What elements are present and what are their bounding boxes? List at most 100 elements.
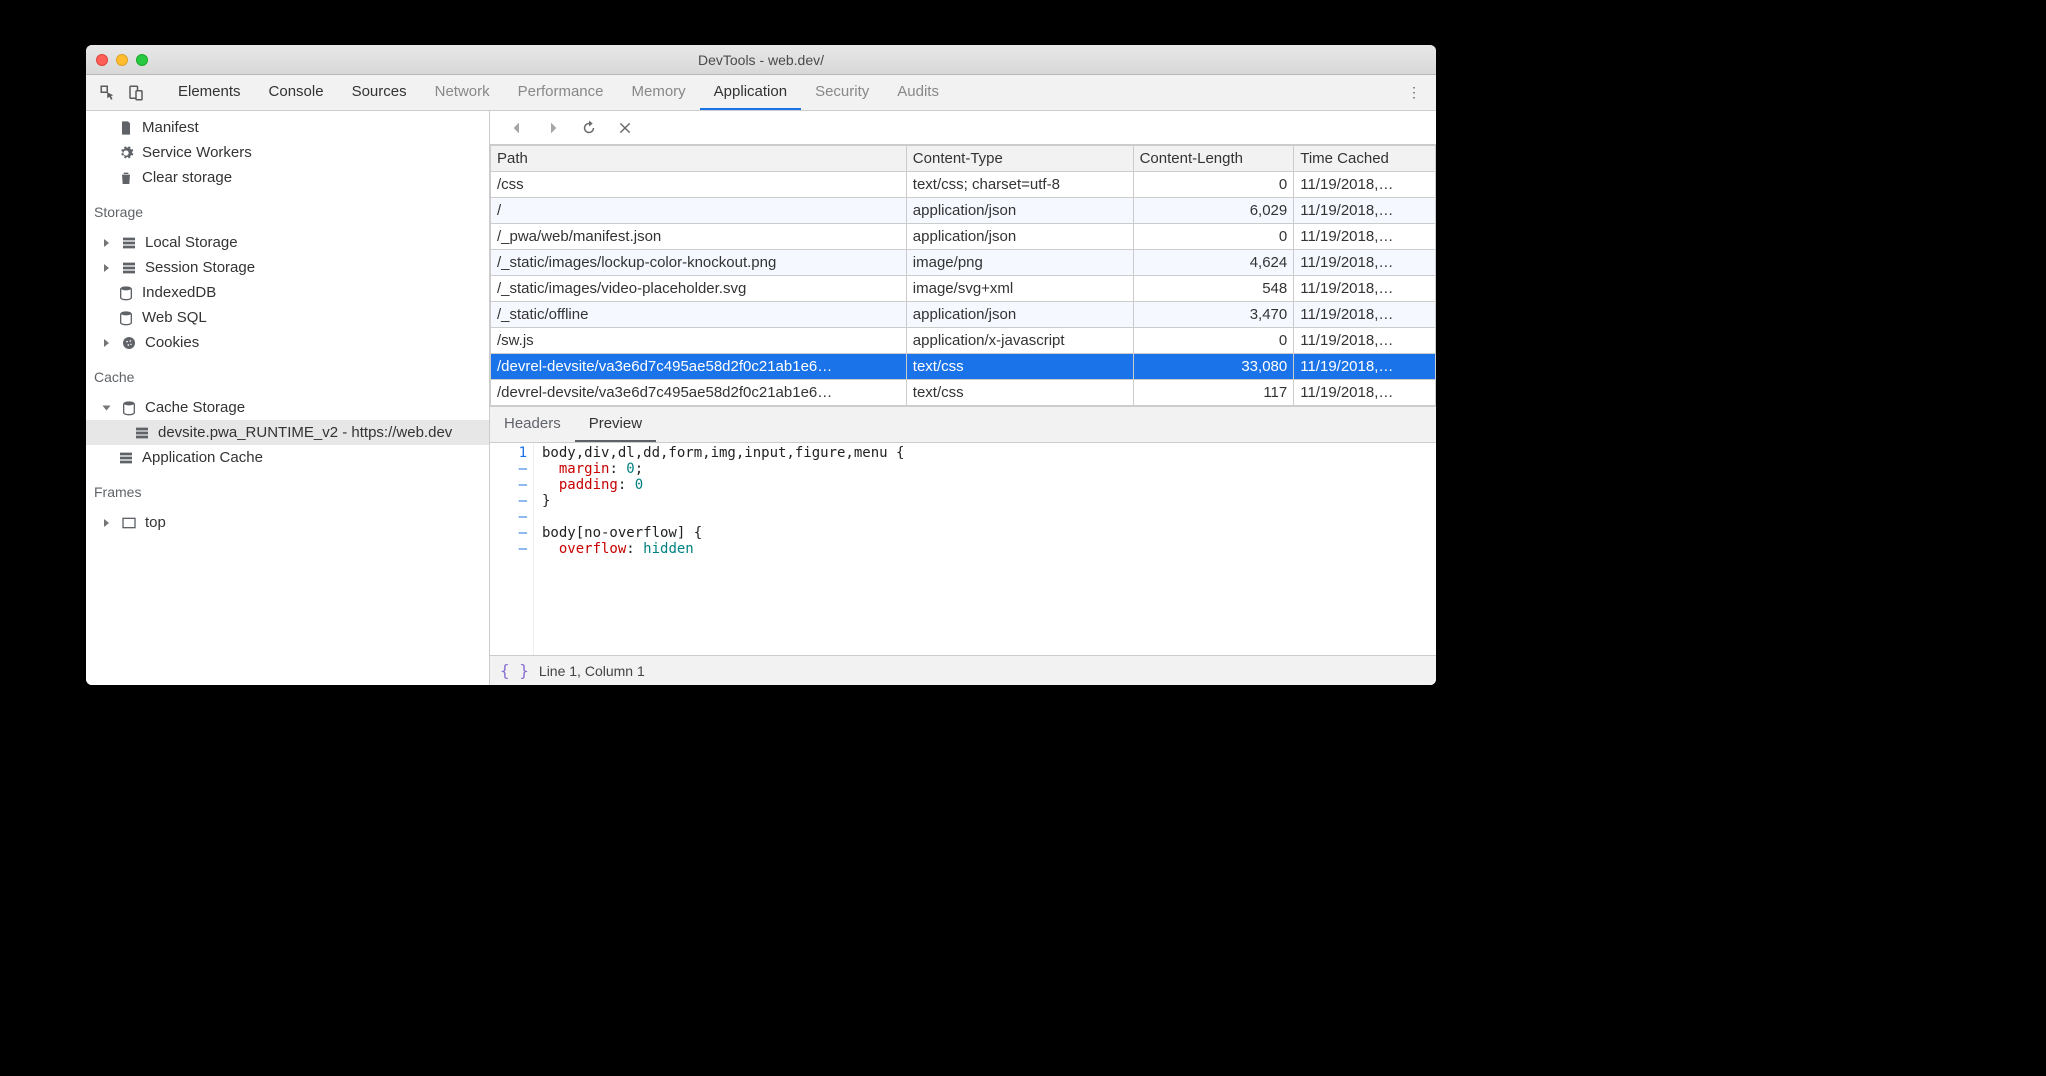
tabstrip: Elements Console Sources Network Perform… [86, 75, 1436, 111]
cell-path: /_static/images/video-placeholder.svg [491, 276, 907, 302]
database-icon [118, 285, 134, 301]
expand-icon[interactable] [104, 339, 109, 347]
tab-elements[interactable]: Elements [164, 75, 255, 110]
cell-path: /devrel-devsite/va3e6d7c495ae58d2f0c21ab… [491, 380, 907, 406]
tab-application[interactable]: Application [700, 75, 801, 110]
cell-type: text/css [906, 354, 1133, 380]
gear-icon [118, 145, 134, 161]
cell-len: 0 [1133, 224, 1294, 250]
line-number: – [490, 477, 527, 493]
sidebar-item-label: Application Cache [142, 449, 263, 466]
refresh-icon[interactable] [580, 119, 598, 137]
expand-icon[interactable] [104, 239, 109, 247]
cell-path: /devrel-devsite/va3e6d7c495ae58d2f0c21ab… [491, 354, 907, 380]
sidebar-item-service-workers[interactable]: Service Workers [86, 140, 489, 165]
sidebar-item-label: Clear storage [142, 169, 232, 186]
sidebar-item-label: Service Workers [142, 144, 252, 161]
cell-len: 4,624 [1133, 250, 1294, 276]
cell-path: /_pwa/web/manifest.json [491, 224, 907, 250]
delete-icon[interactable] [616, 119, 634, 137]
cell-time: 11/19/2018,… [1294, 172, 1436, 198]
nav-back-icon[interactable] [508, 119, 526, 137]
device-toggle-icon[interactable] [124, 81, 148, 105]
col-path[interactable]: Path [491, 146, 907, 172]
table-row[interactable]: /_static/images/lockup-color-knockout.pn… [491, 250, 1436, 276]
sidebar-item-websql[interactable]: Web SQL [86, 305, 489, 330]
format-icon[interactable]: { } [500, 661, 529, 680]
sidebar-item-label: Local Storage [145, 234, 238, 251]
line-gutter: 1–––––– [490, 443, 534, 655]
code-line: overflow: hidden [542, 541, 904, 557]
sidebar-item-application-cache[interactable]: Application Cache [86, 445, 489, 470]
zoom-window-icon[interactable] [136, 54, 148, 66]
cell-time: 11/19/2018,… [1294, 198, 1436, 224]
table-row[interactable]: /devrel-devsite/va3e6d7c495ae58d2f0c21ab… [491, 354, 1436, 380]
cell-path: /_static/images/lockup-color-knockout.pn… [491, 250, 907, 276]
cell-len: 117 [1133, 380, 1294, 406]
expand-icon[interactable] [104, 264, 109, 272]
line-number: 1 [490, 445, 527, 461]
titlebar: DevTools - web.dev/ [86, 45, 1436, 75]
cell-time: 11/19/2018,… [1294, 380, 1436, 406]
code-line: } [542, 493, 904, 509]
sidebar-heading-storage: Storage [86, 194, 489, 226]
collapse-icon[interactable] [103, 405, 111, 410]
col-time-cached[interactable]: Time Cached [1294, 146, 1436, 172]
tab-network[interactable]: Network [421, 75, 504, 110]
table-icon [121, 235, 137, 251]
traffic-lights [96, 54, 148, 66]
table-row[interactable]: /_static/images/video-placeholder.svgima… [491, 276, 1436, 302]
cell-type: application/json [906, 224, 1133, 250]
nav-forward-icon[interactable] [544, 119, 562, 137]
sidebar-item-local-storage[interactable]: Local Storage [86, 230, 489, 255]
expand-icon[interactable] [104, 519, 109, 527]
sidebar-heading-frames: Frames [86, 474, 489, 506]
tab-audits[interactable]: Audits [883, 75, 953, 110]
close-window-icon[interactable] [96, 54, 108, 66]
more-menu-icon[interactable]: ⋮ [1402, 84, 1426, 101]
window-title: DevTools - web.dev/ [86, 52, 1436, 68]
tab-sources[interactable]: Sources [338, 75, 421, 110]
table-row[interactable]: /_pwa/web/manifest.jsonapplication/json0… [491, 224, 1436, 250]
cache-storage-panel: Path Content-Type Content-Length Time Ca… [490, 111, 1436, 685]
sidebar-item-label: Session Storage [145, 259, 255, 276]
col-content-length[interactable]: Content-Length [1133, 146, 1294, 172]
sidebar-item-label: IndexedDB [142, 284, 216, 301]
col-content-type[interactable]: Content-Type [906, 146, 1133, 172]
resource-subtabs: Headers Preview [490, 406, 1436, 443]
tab-security[interactable]: Security [801, 75, 883, 110]
cell-type: application/json [906, 302, 1133, 328]
cell-time: 11/19/2018,… [1294, 224, 1436, 250]
subtab-headers[interactable]: Headers [490, 407, 575, 442]
sidebar-item-cookies[interactable]: Cookies [86, 330, 489, 355]
cell-time: 11/19/2018,… [1294, 250, 1436, 276]
cell-len: 0 [1133, 172, 1294, 198]
sidebar-item-clear-storage[interactable]: Clear storage [86, 165, 489, 190]
table-row[interactable]: /sw.jsapplication/x-javascript011/19/201… [491, 328, 1436, 354]
code-line: padding: 0 [542, 477, 904, 493]
subtab-preview[interactable]: Preview [575, 407, 656, 442]
sidebar-item-session-storage[interactable]: Session Storage [86, 255, 489, 280]
sidebar-item-manifest[interactable]: Manifest [86, 115, 489, 140]
tab-console[interactable]: Console [255, 75, 338, 110]
sidebar-item-cache-storage[interactable]: Cache Storage [86, 395, 489, 420]
code-view[interactable]: body,div,dl,dd,form,img,input,figure,men… [534, 443, 912, 655]
sidebar-item-cache-entry[interactable]: devsite.pwa_RUNTIME_v2 - https://web.dev [86, 420, 489, 445]
table-row[interactable]: /devrel-devsite/va3e6d7c495ae58d2f0c21ab… [491, 380, 1436, 406]
table-row[interactable]: /application/json6,02911/19/2018,… [491, 198, 1436, 224]
cell-time: 11/19/2018,… [1294, 354, 1436, 380]
table-row[interactable]: /csstext/css; charset=utf-8011/19/2018,… [491, 172, 1436, 198]
cell-len: 548 [1133, 276, 1294, 302]
inspect-icon[interactable] [96, 81, 120, 105]
minimize-window-icon[interactable] [116, 54, 128, 66]
tab-performance[interactable]: Performance [504, 75, 618, 110]
table-row[interactable]: /_static/offlineapplication/json3,47011/… [491, 302, 1436, 328]
frame-icon [121, 515, 137, 531]
application-sidebar: Manifest Service Workers Clear storage S… [86, 111, 490, 685]
table-icon [118, 450, 134, 466]
line-number: – [490, 525, 527, 541]
sidebar-item-frame-top[interactable]: top [86, 510, 489, 535]
line-number: – [490, 541, 527, 557]
tab-memory[interactable]: Memory [618, 75, 700, 110]
sidebar-item-indexeddb[interactable]: IndexedDB [86, 280, 489, 305]
